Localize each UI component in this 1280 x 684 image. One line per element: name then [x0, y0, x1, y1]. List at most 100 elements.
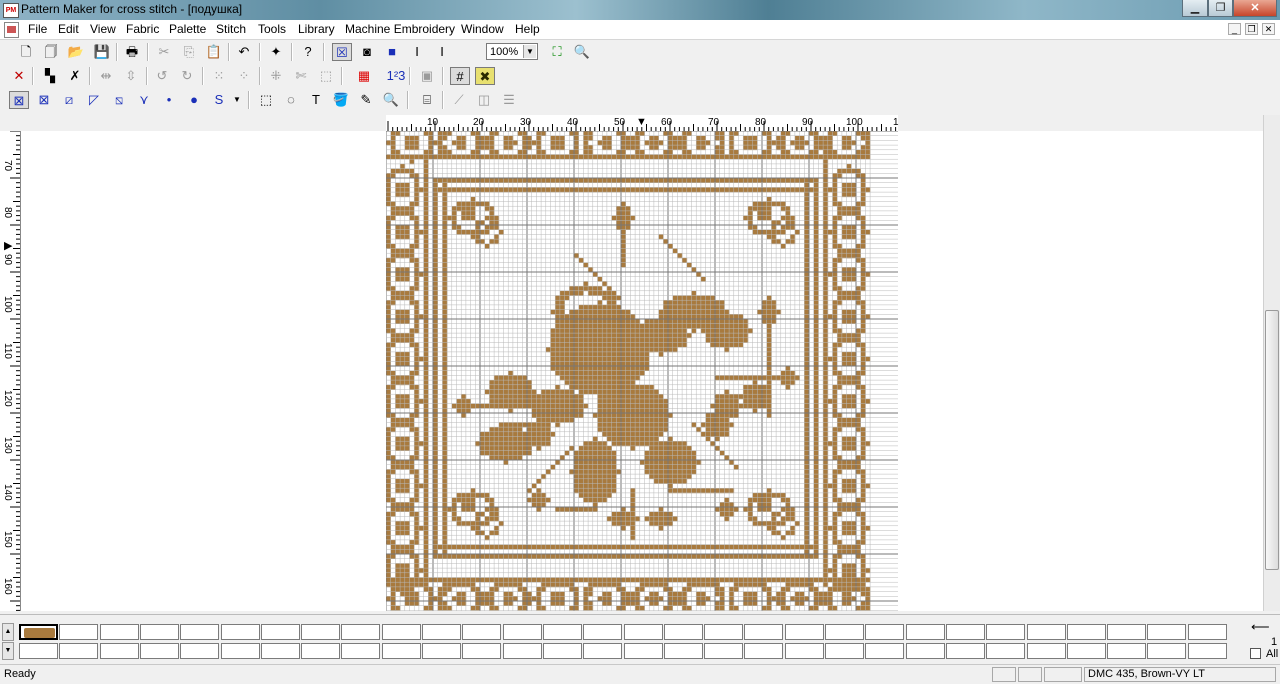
- chevron-down-icon[interactable]: ▼: [523, 45, 536, 58]
- palette-swatch[interactable]: [865, 624, 904, 640]
- menu-palette[interactable]: Palette: [169, 22, 206, 36]
- palette-swatch[interactable]: [744, 624, 783, 640]
- cross-stitch-pattern[interactable]: [386, 131, 898, 611]
- flip-horizontal-button[interactable]: ⇹: [96, 67, 116, 85]
- zoom-tool-button[interactable]: 🔍: [572, 43, 592, 61]
- close-button[interactable]: ✕: [1233, 0, 1277, 17]
- fabric-button[interactable]: ⌸: [417, 91, 437, 109]
- select-backstitch-button[interactable]: ⁘: [234, 67, 254, 85]
- show-stitches-button[interactable]: ✖: [475, 67, 495, 85]
- palette-swatch[interactable]: [140, 624, 179, 640]
- menu-fabric[interactable]: Fabric: [126, 22, 159, 36]
- eyedropper-button[interactable]: ✎: [356, 91, 376, 109]
- palette-swatch[interactable]: [462, 624, 501, 640]
- zoom-select[interactable]: 100% ▼: [486, 43, 538, 60]
- palette-swatch[interactable]: [503, 624, 542, 640]
- select-stitches-button[interactable]: ⁙: [209, 67, 229, 85]
- swap-stitches-button[interactable]: ✗: [65, 67, 85, 85]
- numbering-button[interactable]: 1²3: [386, 67, 406, 85]
- zoom-in-button[interactable]: 🔍: [381, 91, 401, 109]
- menu-stitch[interactable]: Stitch: [216, 22, 246, 36]
- flip-vertical-button[interactable]: ⇳: [121, 67, 141, 85]
- palette-swatch[interactable]: [180, 624, 219, 640]
- palette-swatch[interactable]: [341, 624, 380, 640]
- help-button[interactable]: ?: [298, 43, 318, 61]
- palette-swatch[interactable]: [583, 624, 622, 640]
- palette-swatch[interactable]: [422, 624, 461, 640]
- copy-button[interactable]: ⎘: [179, 43, 199, 61]
- quarter-stitch-button[interactable]: ◸: [84, 91, 104, 109]
- open-button[interactable]: 📂: [66, 43, 86, 61]
- view-stitches-button[interactable]: ☒: [332, 43, 352, 61]
- menu-tools[interactable]: Tools: [258, 22, 286, 36]
- palette-swatch[interactable]: [825, 624, 864, 640]
- maximize-button[interactable]: ❐: [1208, 0, 1233, 17]
- menu-help[interactable]: Help: [515, 22, 540, 36]
- half-stitch-button[interactable]: ⧄: [59, 91, 79, 109]
- menu-library[interactable]: Library: [298, 22, 335, 36]
- select-area-button[interactable]: ⬚: [316, 67, 336, 85]
- delete-button[interactable]: ✕: [9, 67, 29, 85]
- palette-swatch[interactable]: [382, 624, 421, 640]
- replace-color-button[interactable]: ▚: [40, 67, 60, 85]
- print-button[interactable]: 🖶: [122, 43, 142, 61]
- new-file-button[interactable]: 🗋: [16, 43, 36, 61]
- palette-swatch-selected[interactable]: [19, 624, 58, 640]
- ruler-position-marker-icon[interactable]: ▶: [4, 239, 12, 252]
- mdi-minimize-button[interactable]: _: [1228, 23, 1241, 35]
- palette-swatch[interactable]: [946, 624, 985, 640]
- cut-button[interactable]: ✂: [154, 43, 174, 61]
- fill-button[interactable]: 🪣: [331, 91, 351, 109]
- minimize-button[interactable]: ▁: [1182, 0, 1208, 17]
- french-knot-button[interactable]: •: [159, 91, 179, 109]
- ruler-position-marker-icon[interactable]: ▼: [636, 116, 647, 128]
- rotate-right-button[interactable]: ↻: [177, 67, 197, 85]
- palette-swatch[interactable]: [704, 624, 743, 640]
- split-view-button[interactable]: ◫: [474, 91, 494, 109]
- lasso-select-button[interactable]: ◌: [281, 91, 301, 109]
- mdi-close-button[interactable]: ✕: [1262, 23, 1275, 35]
- palette-swatch[interactable]: [986, 624, 1025, 640]
- vertical-scrollbar[interactable]: [1263, 115, 1280, 611]
- long-stitch-button[interactable]: ⋎: [134, 91, 154, 109]
- layers-button[interactable]: ☰: [499, 91, 519, 109]
- menu-view[interactable]: View: [90, 22, 116, 36]
- palette-swatch[interactable]: [624, 624, 663, 640]
- grid-select-button[interactable]: ⁜: [266, 67, 286, 85]
- save-button[interactable]: 💾: [92, 43, 112, 61]
- show-grid-button[interactable]: #: [450, 67, 470, 85]
- text-tool-button[interactable]: T: [306, 91, 326, 109]
- palette-swatch[interactable]: [543, 624, 582, 640]
- rectangle-select-button[interactable]: ⬚: [256, 91, 276, 109]
- paste-button[interactable]: 📋: [204, 43, 224, 61]
- menu-window[interactable]: Window: [461, 22, 504, 36]
- palette-scroll-up[interactable]: ▲: [2, 623, 14, 641]
- text-button[interactable]: I: [407, 43, 427, 61]
- menu-edit[interactable]: Edit: [58, 22, 79, 36]
- palette-swatch[interactable]: [906, 624, 945, 640]
- scissors-select-button[interactable]: ✄: [291, 67, 311, 85]
- palette-swatch[interactable]: [785, 624, 824, 640]
- insert-object-button[interactable]: ✦: [266, 43, 286, 61]
- view-blocks-button[interactable]: ■: [382, 43, 402, 61]
- mdi-restore-button[interactable]: ❐: [1245, 23, 1258, 35]
- palette-swatch[interactable]: [664, 624, 703, 640]
- palette-swatch[interactable]: [301, 624, 340, 640]
- new-from-template-button[interactable]: 🗍: [41, 43, 61, 61]
- backstitch-button[interactable]: ⧅: [109, 91, 129, 109]
- rotate-left-button[interactable]: ↺: [152, 67, 172, 85]
- menu-machine-embroidery[interactable]: Machine Embroidery: [345, 22, 455, 36]
- special-stitch-dropdown[interactable]: ▼: [231, 91, 243, 109]
- palette-colors-button[interactable]: ▦: [354, 67, 374, 85]
- palette-scroll-down[interactable]: ▼: [2, 642, 14, 660]
- app-icon[interactable]: PM: [3, 3, 19, 18]
- text-settings-button[interactable]: I: [432, 43, 452, 61]
- fit-to-window-button[interactable]: ⛶: [547, 43, 567, 61]
- special-stitch-button[interactable]: S: [209, 91, 229, 109]
- palette-swatch[interactable]: [221, 624, 260, 640]
- highlight-button[interactable]: ▣: [417, 67, 437, 85]
- measure-button[interactable]: ⟋: [449, 91, 469, 109]
- menu-file[interactable]: File: [28, 22, 47, 36]
- full-stitch-button[interactable]: ⊠: [9, 91, 29, 109]
- view-symbols-button[interactable]: ◙: [357, 43, 377, 61]
